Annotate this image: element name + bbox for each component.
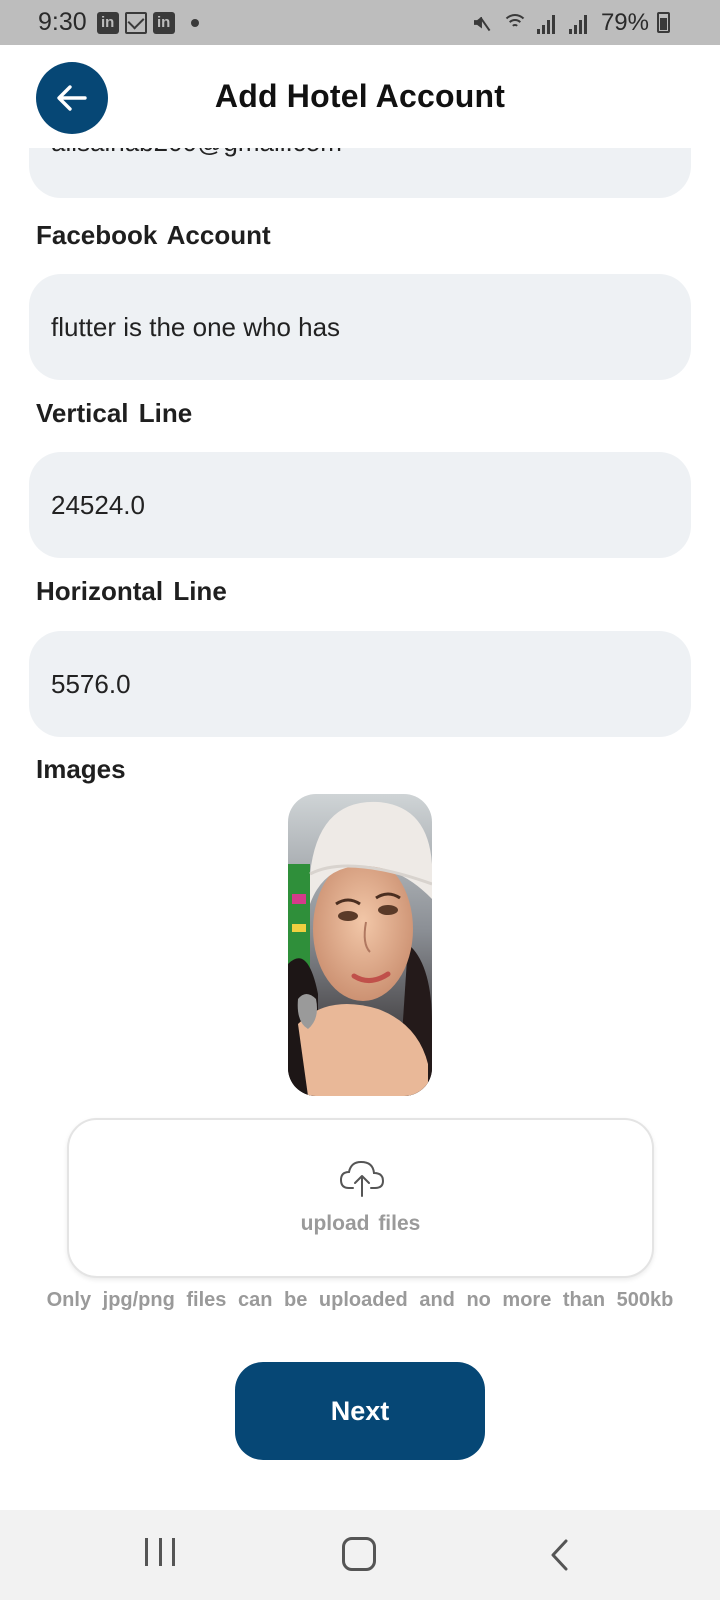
horizontal-line-label: Horizontal Line [36, 576, 227, 606]
app-bar: Add Hotel Account [0, 45, 720, 148]
linkedin-icon: in [96, 11, 119, 34]
next-button[interactable]: Next [235, 1362, 485, 1460]
signal-icon [568, 12, 593, 34]
facebook-account-label: Facebook Account [36, 220, 271, 250]
upload-files-button[interactable]: upload files [67, 1118, 654, 1278]
status-bar: 9:30 in in 79% [0, 0, 720, 45]
vertical-line-field[interactable]: 24524.0 [29, 452, 691, 558]
wifi-icon [501, 12, 529, 34]
system-nav-bar [0, 1510, 720, 1600]
status-time: 9:30 [38, 8, 87, 36]
facebook-account-value: flutter is the one who has [51, 311, 341, 342]
facebook-account-field[interactable]: flutter is the one who has [29, 274, 691, 380]
page-title: Add Hotel Account [214, 78, 506, 114]
horizontal-line-value: 5576.0 [51, 668, 131, 699]
linkedin-icon: in [152, 11, 175, 34]
images-label: Images [36, 754, 126, 784]
notification-dot-icon [190, 18, 199, 27]
vertical-line-label: Vertical Line [36, 398, 193, 428]
recents-icon[interactable] [140, 1538, 180, 1572]
email-field[interactable]: alisainab200@gmail.com [29, 148, 691, 198]
portrait-photo [288, 794, 432, 1096]
battery-icon [657, 12, 670, 33]
status-right: 79% [471, 0, 670, 45]
horizontal-line-field[interactable]: 5576.0 [29, 631, 691, 737]
uploaded-image-thumbnail[interactable] [288, 794, 432, 1096]
email-field-value: alisainab200@gmail.com [51, 148, 342, 158]
cloud-upload-icon [339, 1160, 385, 1197]
signal-icon [536, 12, 561, 34]
gmail-icon [124, 11, 147, 34]
home-icon[interactable] [342, 1537, 376, 1571]
back-icon[interactable] [548, 1538, 588, 1572]
mute-icon [471, 12, 493, 34]
upload-files-label: upload files [300, 1212, 421, 1235]
vertical-line-value: 24524.0 [51, 489, 145, 520]
form-scroll-area[interactable]: alisainab200@gmail.com Facebook Account … [0, 148, 720, 1510]
upload-hint: Only jpg/png files can be uploaded and n… [46, 1289, 674, 1311]
battery-level: 79% [600, 8, 649, 36]
